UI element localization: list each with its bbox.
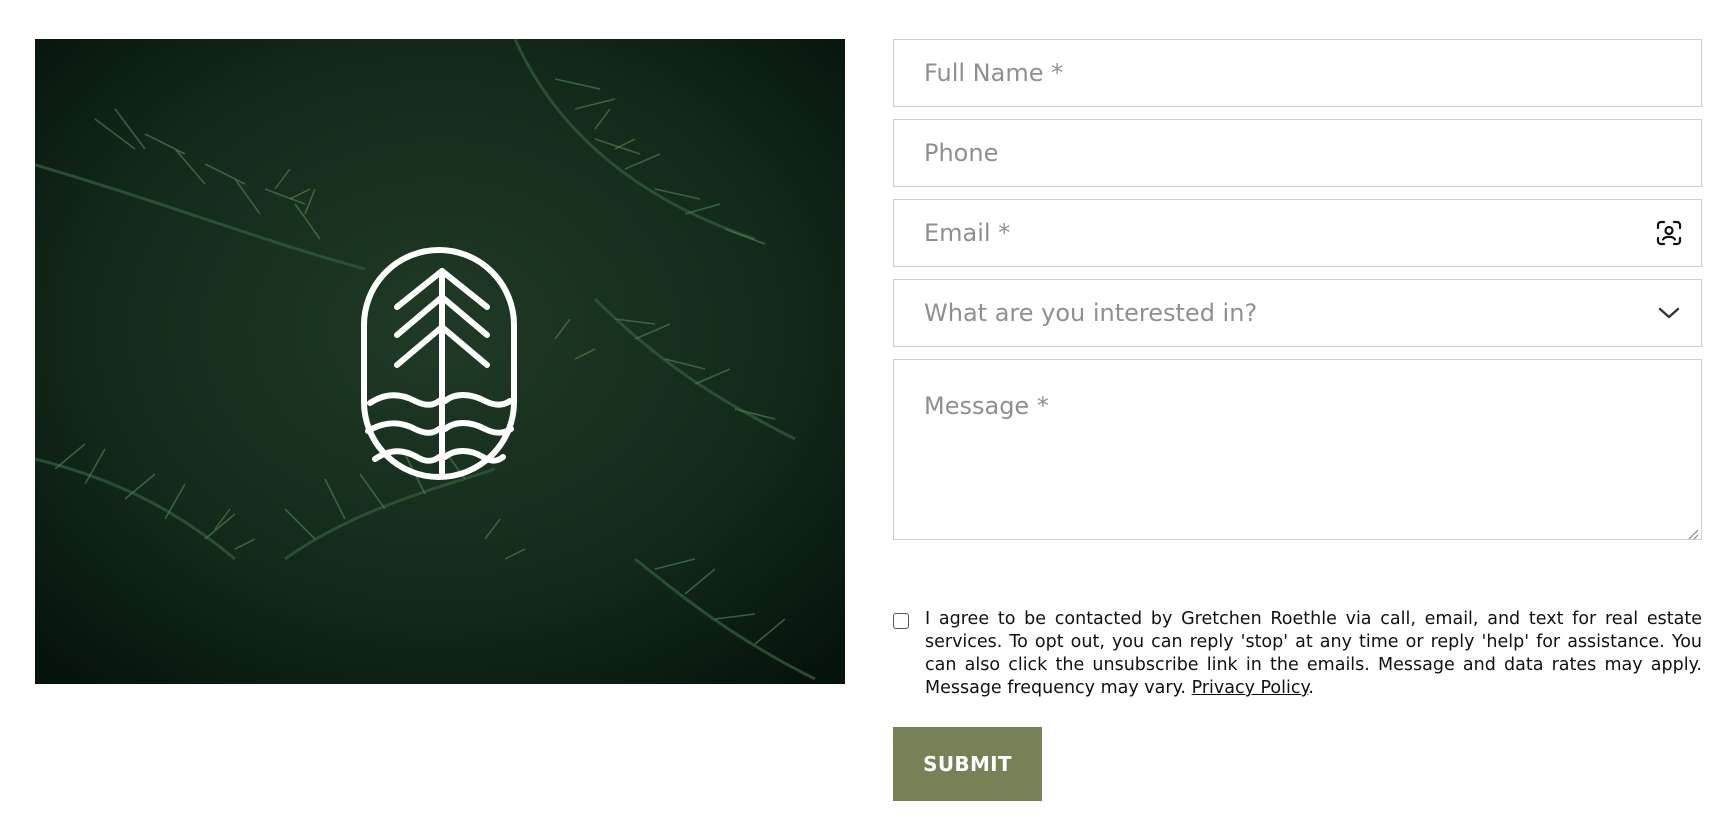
contact-card-icon[interactable] bbox=[1655, 219, 1683, 247]
phone-placeholder: Phone bbox=[924, 139, 999, 167]
message-placeholder: Message * bbox=[924, 392, 1049, 420]
full-name-placeholder: Full Name * bbox=[924, 59, 1064, 87]
interest-placeholder: What are you interested in? bbox=[924, 299, 1258, 327]
consent-section: I agree to be contacted by Gretchen Roet… bbox=[893, 608, 1702, 700]
interest-select[interactable]: What are you interested in? bbox=[893, 279, 1702, 347]
email-input[interactable]: Email * bbox=[893, 199, 1702, 267]
pine-branches-image bbox=[35, 39, 845, 684]
email-placeholder: Email * bbox=[924, 219, 1011, 247]
resize-handle[interactable] bbox=[1687, 525, 1699, 540]
phone-input[interactable]: Phone bbox=[893, 119, 1702, 187]
privacy-policy-link[interactable]: Privacy Policy bbox=[1192, 678, 1309, 698]
consent-text-block: I agree to be contacted by Gretchen Roet… bbox=[925, 608, 1702, 700]
consent-checkbox[interactable] bbox=[893, 613, 909, 629]
full-name-input[interactable]: Full Name * bbox=[893, 39, 1702, 107]
message-textarea[interactable]: Message * bbox=[893, 359, 1702, 540]
hero-photo bbox=[35, 39, 845, 684]
privacy-suffix: . bbox=[1308, 678, 1314, 698]
chevron-down-icon[interactable] bbox=[1655, 299, 1683, 327]
submit-button[interactable]: SUBMIT bbox=[893, 727, 1042, 801]
